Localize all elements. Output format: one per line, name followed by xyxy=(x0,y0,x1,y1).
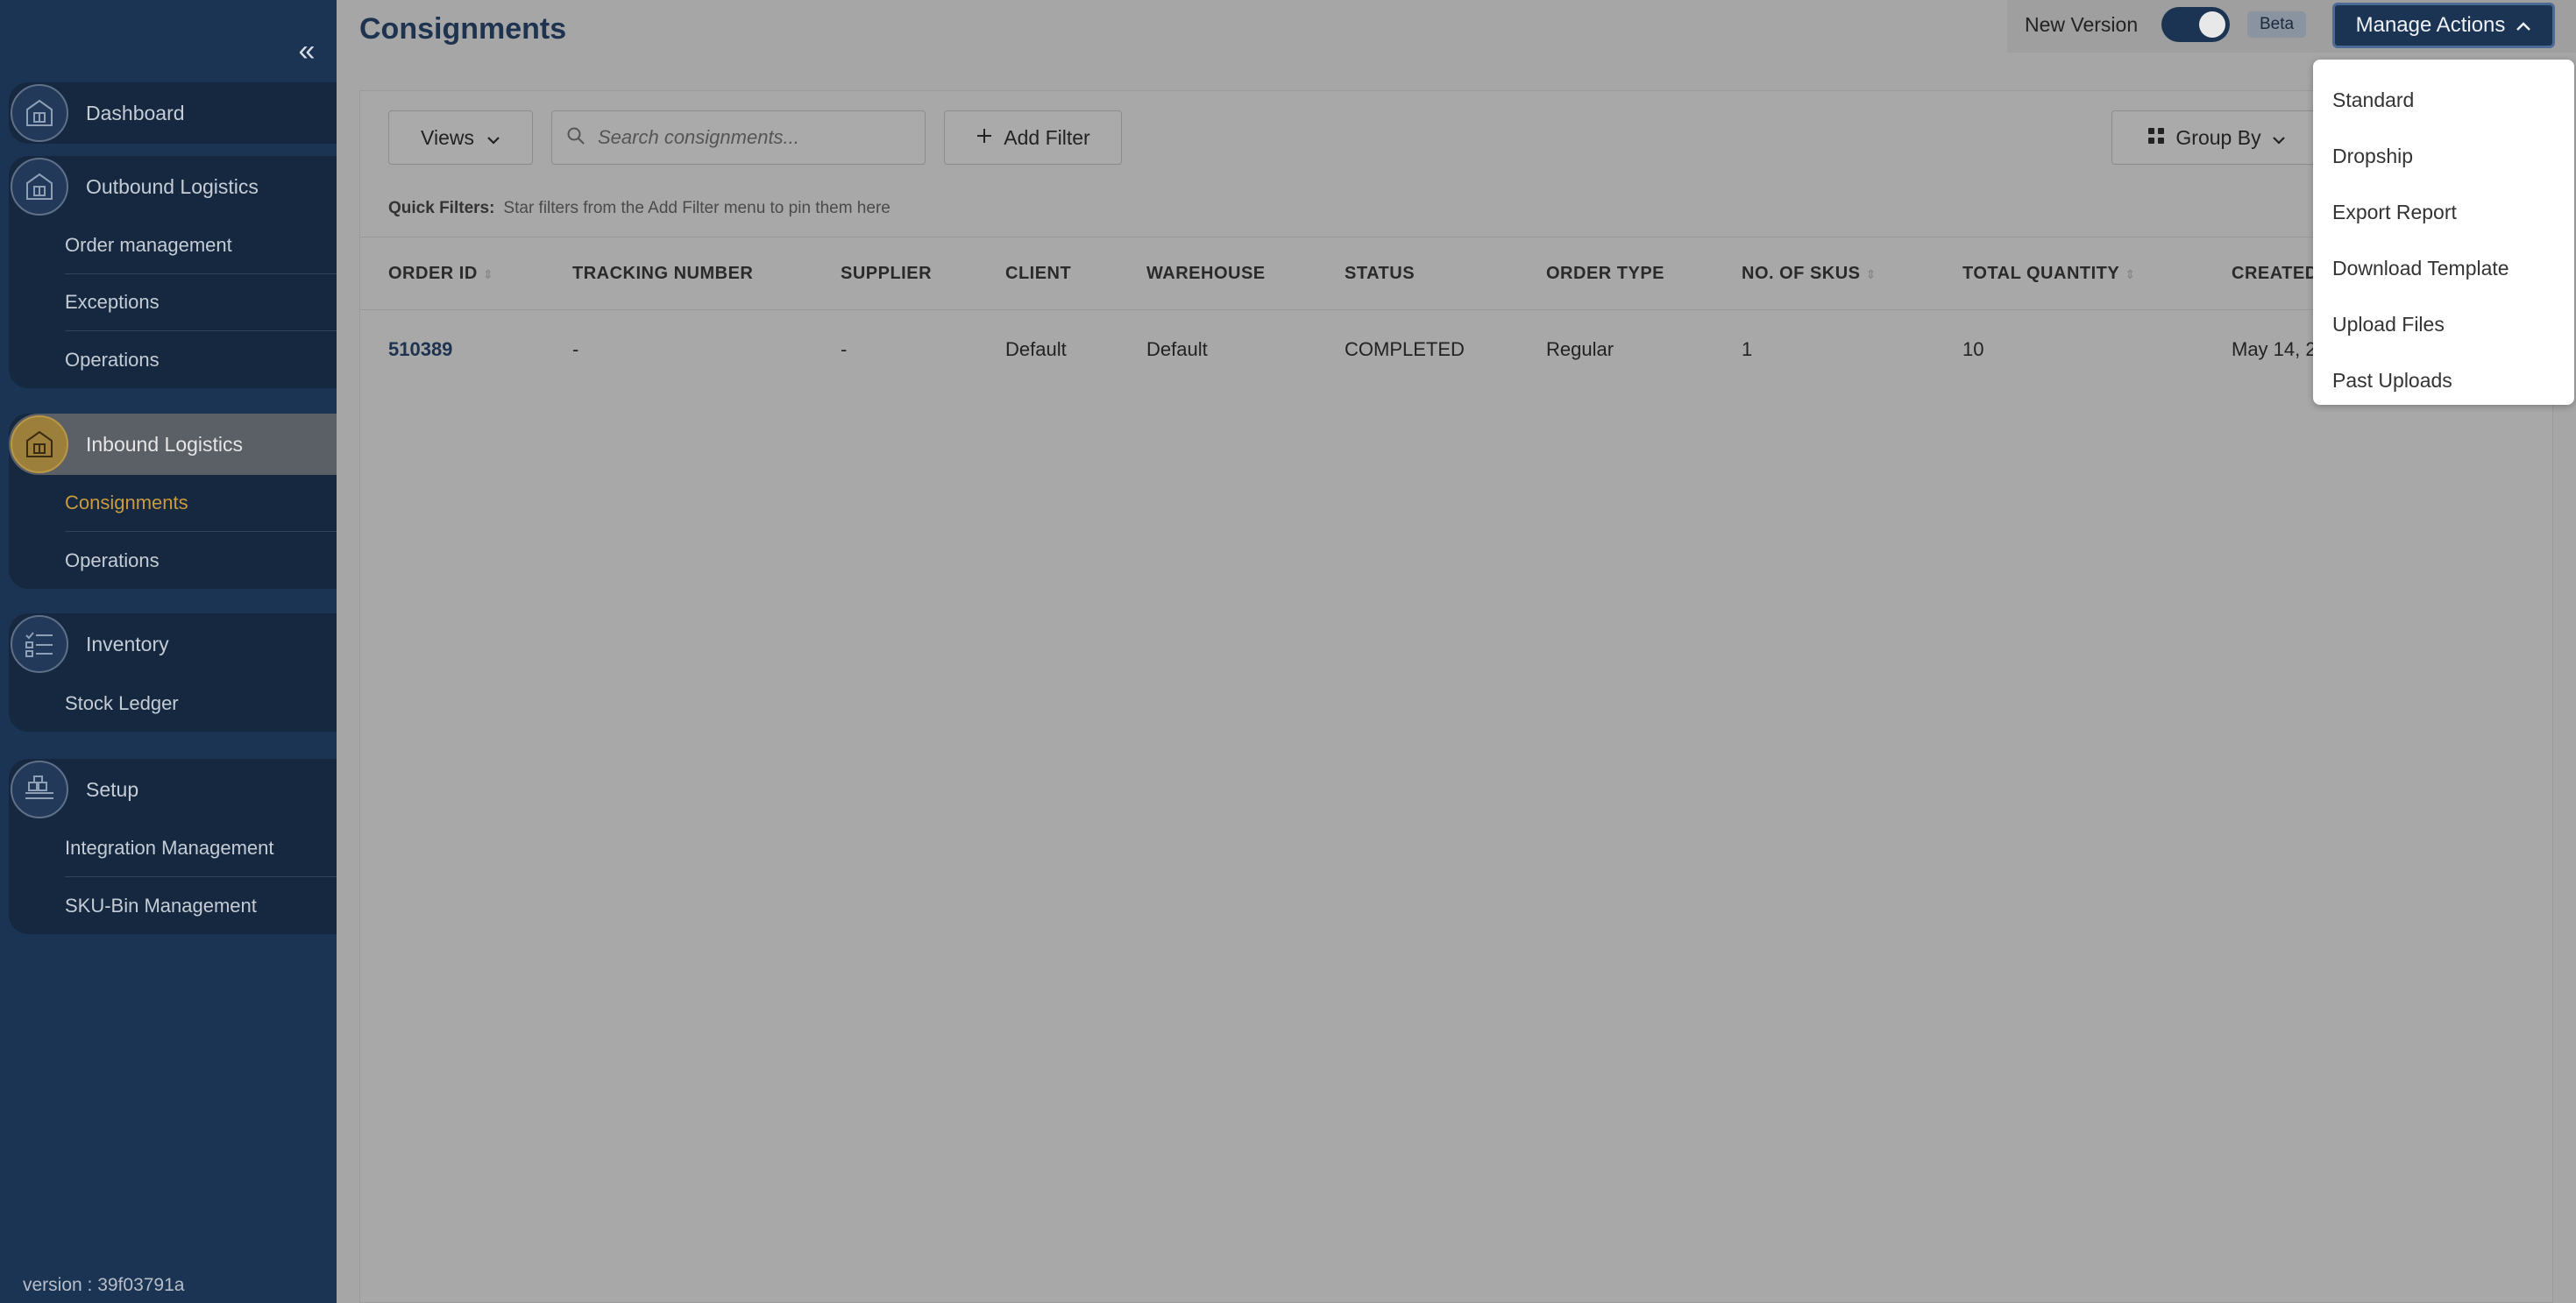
pallet-icon xyxy=(11,761,68,818)
column-header-order-type: ORDER TYPE xyxy=(1546,264,1665,283)
sort-icon: ⇕ xyxy=(1865,267,1877,281)
column-header-client: CLIENT xyxy=(1005,264,1072,283)
menu-item-download-template[interactable]: Download Template xyxy=(2313,240,2574,296)
sidebar-item-exceptions[interactable]: Exceptions xyxy=(65,274,337,331)
quick-filters-hint: Star filters from the Add Filter menu to… xyxy=(503,199,891,217)
beta-badge: Beta xyxy=(2247,11,2307,38)
sidebar-item-setup[interactable]: Setup xyxy=(9,759,337,820)
table-header: ORDER ID ⇕ TRACKING NUMBER SUPPLIER CLIEN… xyxy=(360,237,2554,310)
search-icon xyxy=(566,126,585,150)
menu-item-export-report[interactable]: Export Report xyxy=(2313,184,2574,240)
building-icon xyxy=(11,84,68,142)
group-by-dropdown[interactable]: Group By xyxy=(2111,110,2322,165)
sidebar-item-outbound-operations[interactable]: Operations xyxy=(65,331,337,388)
sort-icon: ⇕ xyxy=(482,267,494,281)
sidebar-item-dashboard[interactable]: Dashboard xyxy=(9,82,337,144)
sidebar-group-title: Outbound Logistics xyxy=(86,174,259,198)
chevron-down-icon xyxy=(486,126,500,150)
column-header-tracking-number: TRACKING NUMBER xyxy=(572,264,754,283)
cell-status: COMPLETED xyxy=(1345,338,1465,360)
building-icon xyxy=(11,158,68,216)
cell-order-id[interactable]: 510389 xyxy=(388,338,452,361)
main-content: Consignments New Version Beta Manage Act… xyxy=(337,0,2576,1303)
consignments-panel: Views Add Filter xyxy=(359,90,2554,1303)
chevron-up-icon xyxy=(2516,13,2531,38)
sort-icon: ⇕ xyxy=(2125,267,2136,281)
sidebar-group-title: Setup xyxy=(86,777,139,801)
menu-item-standard[interactable]: Standard xyxy=(2313,72,2574,128)
column-header-no-of-skus[interactable]: NO. OF SKUS ⇕ xyxy=(1742,264,1877,284)
sidebar-item-sku-bin-management[interactable]: SKU-Bin Management xyxy=(65,877,337,934)
sidebar-item-inbound-logistics[interactable]: Inbound Logistics xyxy=(9,414,337,475)
sidebar-group-dashboard: Dashboard xyxy=(9,82,337,144)
cell-order-type: Regular xyxy=(1546,338,1614,360)
sidebar-item-consignments[interactable]: Consignments xyxy=(65,475,337,532)
manage-actions-button[interactable]: Manage Actions xyxy=(2332,3,2555,48)
menu-item-dropship[interactable]: Dropship xyxy=(2313,128,2574,184)
menu-item-upload-files[interactable]: Upload Files xyxy=(2313,296,2574,352)
views-label: Views xyxy=(421,125,474,149)
new-version-label: New Version xyxy=(2025,13,2139,36)
column-header-order-id[interactable]: ORDER ID ⇕ xyxy=(388,264,493,284)
sidebar-item-order-management[interactable]: Order management xyxy=(65,217,337,274)
sidebar-item-inventory[interactable]: Inventory xyxy=(9,613,337,675)
cell-tracking-number: - xyxy=(572,338,579,360)
app-root: « Dashboard Outbound Logistics Order man… xyxy=(0,0,2576,1303)
search-field xyxy=(551,110,926,165)
sidebar-group-setup: Setup Integration Management SKU-Bin Man… xyxy=(9,759,337,934)
cell-created: May 14, 2 xyxy=(2232,338,2317,360)
add-filter-button[interactable]: Add Filter xyxy=(944,110,1122,165)
plus-icon xyxy=(976,126,993,150)
sidebar: « Dashboard Outbound Logistics Order man… xyxy=(0,0,337,1303)
column-header-status: STATUS xyxy=(1345,264,1416,283)
sidebar-item-stock-ledger[interactable]: Stock Ledger xyxy=(65,675,337,732)
building-icon xyxy=(11,415,68,473)
toggle-knob xyxy=(2199,11,2225,38)
sidebar-group-title: Inventory xyxy=(86,632,169,655)
cell-no-of-skus: 1 xyxy=(1742,338,1753,360)
new-version-toggle[interactable] xyxy=(2161,7,2230,42)
cell-client: Default xyxy=(1005,338,1067,360)
quick-filters-label: Quick Filters: xyxy=(388,199,495,217)
search-input[interactable] xyxy=(598,126,905,149)
sidebar-item-outbound-logistics[interactable]: Outbound Logistics xyxy=(9,156,337,217)
views-dropdown[interactable]: Views xyxy=(388,110,533,165)
sidebar-group-title: Inbound Logistics xyxy=(86,432,244,456)
column-header-supplier: SUPPLIER xyxy=(841,264,933,283)
column-header-total-quantity[interactable]: TOTAL QUANTITY ⇕ xyxy=(1962,264,2135,284)
sidebar-item-inbound-operations[interactable]: Operations xyxy=(65,532,337,589)
menu-item-past-uploads[interactable]: Past Uploads xyxy=(2313,352,2574,408)
cell-warehouse: Default xyxy=(1146,338,1208,360)
quick-filters: Quick Filters: Star filters from the Add … xyxy=(388,199,891,218)
cell-total-quantity: 10 xyxy=(1962,338,1984,360)
manage-actions-label: Manage Actions xyxy=(2355,13,2506,37)
chevron-down-icon xyxy=(2272,126,2286,150)
version-label: version : 39f03791a xyxy=(23,1275,185,1295)
grid-icon xyxy=(2147,126,2165,150)
column-header-created: CREATED xyxy=(2232,264,2318,283)
add-filter-label: Add Filter xyxy=(1004,125,1090,149)
checklist-icon xyxy=(11,615,68,673)
sidebar-group-inventory: Inventory Stock Ledger xyxy=(9,613,337,732)
group-by-label: Group By xyxy=(2175,125,2261,149)
sidebar-group-outbound: Outbound Logistics Order management Exce… xyxy=(9,156,337,388)
sidebar-group-inbound: Inbound Logistics Consignments Operation… xyxy=(9,414,337,589)
sidebar-group-title: Dashboard xyxy=(86,101,185,124)
column-header-warehouse: WAREHOUSE xyxy=(1146,264,1266,283)
page-title: Consignments xyxy=(359,12,567,46)
manage-actions-menu: Standard Dropship Export Report Download… xyxy=(2313,60,2574,405)
sidebar-item-integration-management[interactable]: Integration Management xyxy=(65,820,337,877)
cell-supplier: - xyxy=(841,338,848,360)
collapse-sidebar-icon[interactable]: « xyxy=(289,33,324,68)
